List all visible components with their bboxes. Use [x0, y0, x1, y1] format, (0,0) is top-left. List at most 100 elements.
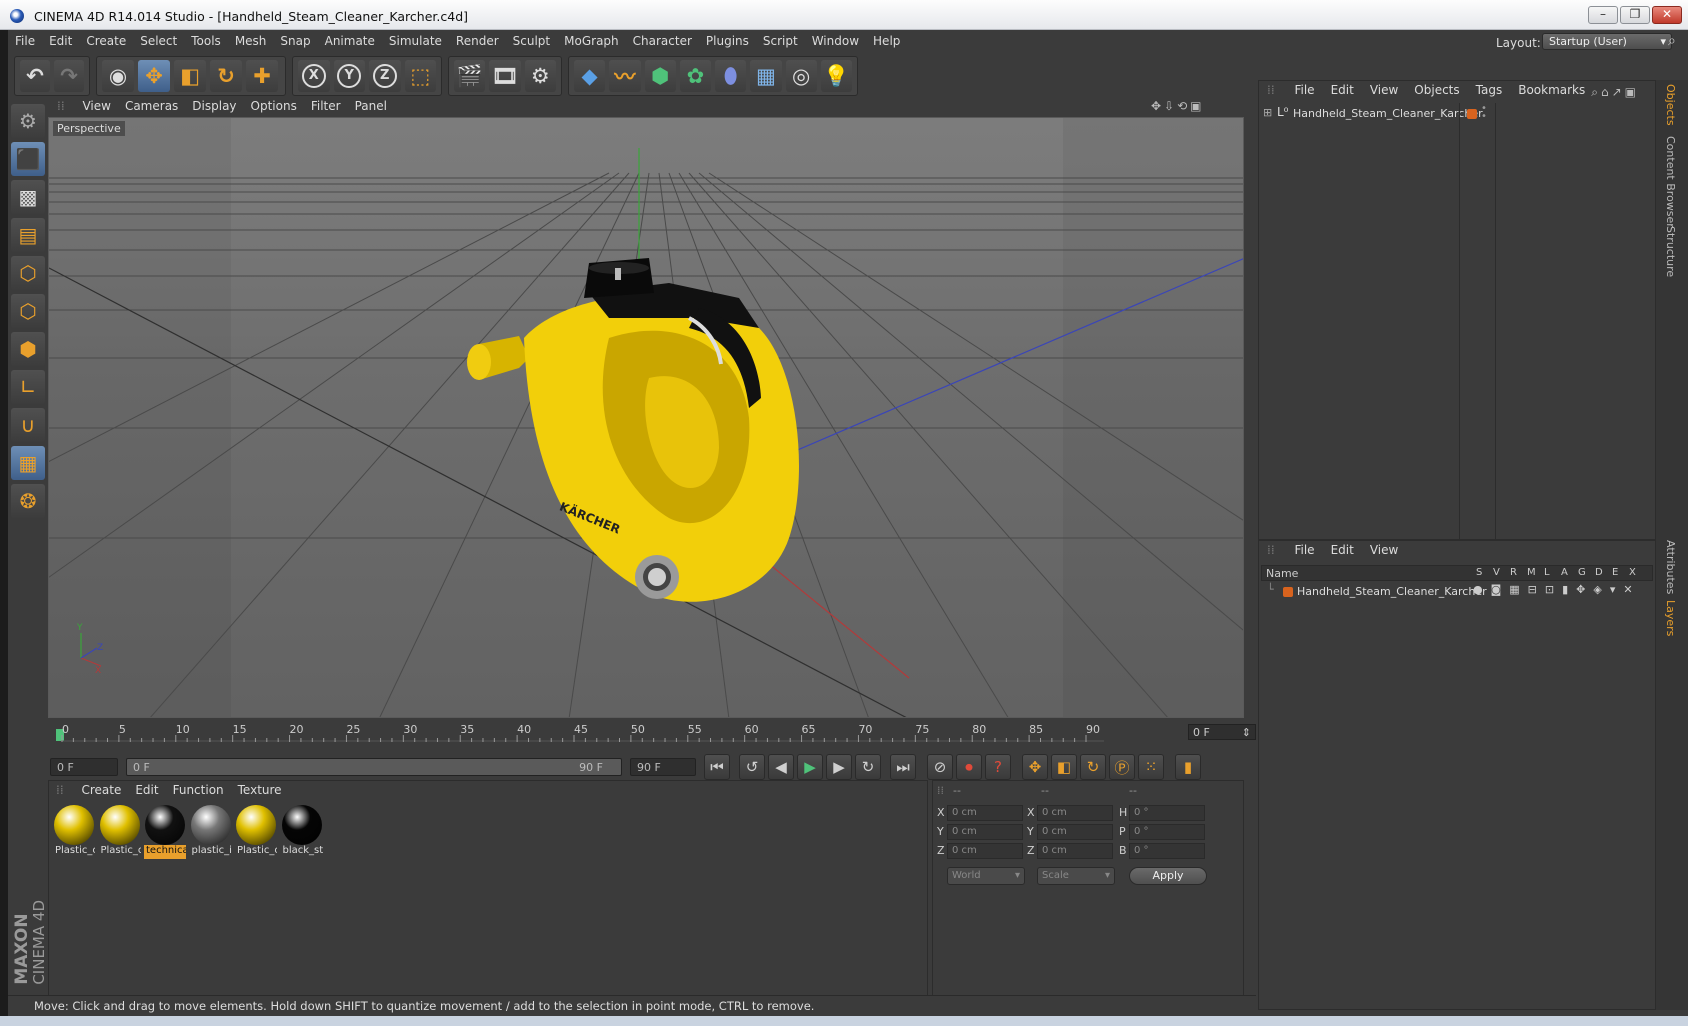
go-to-end-icon[interactable]: ⏭: [890, 754, 916, 780]
visibility-dots-icon[interactable]: • •: [1481, 104, 1487, 122]
previous-key-icon[interactable]: ↺: [739, 754, 765, 780]
tab-layers[interactable]: Layers: [1664, 600, 1677, 636]
render-settings-icon[interactable]: ⚙: [524, 60, 556, 92]
material-swatch[interactable]: black_st: [281, 803, 323, 859]
menu-mograph[interactable]: MoGraph: [557, 30, 626, 53]
z-axis-lock-icon[interactable]: Z: [369, 60, 401, 92]
tab-attributes[interactable]: Attributes: [1664, 540, 1677, 594]
object-menu-bookmarks[interactable]: Bookmarks: [1510, 81, 1593, 99]
key-position-icon[interactable]: ✥: [1022, 754, 1048, 780]
soft-selection-icon[interactable]: ❂: [11, 484, 45, 518]
spline-icon[interactable]: 〰: [609, 60, 641, 92]
camera-icon[interactable]: ◎: [785, 60, 817, 92]
object-menu-view[interactable]: View: [1362, 81, 1406, 99]
viewport-menu-cameras[interactable]: Cameras: [118, 97, 185, 115]
polygons-mode-icon[interactable]: ⬢: [11, 332, 45, 366]
rotate-tool-icon[interactable]: ↻: [210, 60, 242, 92]
material-menu-create[interactable]: Create: [74, 781, 128, 799]
keyframe-selection-icon[interactable]: ⊘: [927, 754, 953, 780]
material-swatch[interactable]: Plastic_c: [99, 803, 141, 859]
layer-column-header[interactable]: V: [1493, 567, 1500, 578]
perspective-viewport[interactable]: KÄRCHER Y X Z Perspective: [48, 117, 1244, 718]
texture-mode-icon[interactable]: ▩: [11, 180, 45, 214]
layer-toggle-icons[interactable]: ●◙▦⊟⊡▮✥◈▾✕: [1473, 583, 1641, 596]
create-tool-icon[interactable]: ✚: [246, 60, 278, 92]
live-selection-icon[interactable]: ◉: [102, 60, 134, 92]
rot-h-field[interactable]: 0 °: [1129, 805, 1205, 821]
timeline-ruler[interactable]: 0 5 10 15 20 25 30 35 40 45 50 55 60 65 70 75 80 85 90 0 F…: [48, 723, 1256, 753]
menu-animate[interactable]: Animate: [318, 30, 382, 53]
material-menu-function[interactable]: Function: [166, 781, 231, 799]
layer-column-header[interactable]: X: [1629, 567, 1636, 578]
key-scale-icon[interactable]: ◧: [1051, 754, 1077, 780]
nurbs-icon[interactable]: ⬢: [644, 60, 676, 92]
coordinate-system-icon[interactable]: ⬚: [404, 60, 436, 92]
key-parameter-icon[interactable]: Ⓟ: [1109, 754, 1135, 780]
model-mode-icon[interactable]: ⬛: [11, 142, 45, 176]
size-x-field[interactable]: 0 cm: [1037, 805, 1113, 821]
key-point-level-icon[interactable]: ⁙: [1138, 754, 1164, 780]
menu-simulate[interactable]: Simulate: [382, 30, 449, 53]
workplane-mode-icon[interactable]: ▤: [11, 218, 45, 252]
size-y-field[interactable]: 0 cm: [1037, 824, 1113, 840]
end-frame-field[interactable]: 90 F: [630, 758, 696, 776]
viewport-menu-options[interactable]: Options: [244, 97, 304, 115]
record-active-icon[interactable]: ⏺: [956, 754, 982, 780]
search-icon[interactable]: ⌕: [1668, 33, 1676, 49]
x-axis-lock-icon[interactable]: X: [298, 60, 330, 92]
floor-icon[interactable]: ▦: [750, 60, 782, 92]
viewport-menu-display[interactable]: Display: [185, 97, 243, 115]
apply-button[interactable]: Apply: [1129, 867, 1207, 885]
viewport-menu-panel[interactable]: Panel: [348, 97, 394, 115]
menu-create[interactable]: Create: [79, 30, 133, 53]
menu-edit[interactable]: Edit: [42, 30, 79, 53]
expand-icon[interactable]: ⊞: [1263, 106, 1272, 119]
menu-window[interactable]: Window: [805, 30, 866, 53]
material-menu-edit[interactable]: Edit: [128, 781, 165, 799]
maximize-button[interactable]: ❐: [1620, 6, 1650, 24]
object-menu-edit[interactable]: Edit: [1323, 81, 1362, 99]
layer-column-header[interactable]: D: [1595, 567, 1603, 578]
layer-menu-view[interactable]: View: [1362, 541, 1406, 559]
key-rotation-icon[interactable]: ↻: [1080, 754, 1106, 780]
layer-row[interactable]: └ Handheld_Steam_Cleaner_Karcher ●◙▦⊟⊡▮✥…: [1259, 583, 1655, 601]
layer-column-header[interactable]: A: [1561, 567, 1568, 578]
y-axis-lock-icon[interactable]: Y: [333, 60, 365, 92]
pos-y-field[interactable]: 0 cm: [947, 824, 1023, 840]
pos-x-field[interactable]: 0 cm: [947, 805, 1023, 821]
object-menu-objects[interactable]: Objects: [1406, 81, 1467, 99]
layout-dropdown[interactable]: Startup (User) ▾: [1542, 33, 1672, 50]
object-menu-tags[interactable]: Tags: [1468, 81, 1511, 99]
previous-frame-icon[interactable]: ◀: [768, 754, 794, 780]
current-frame-field[interactable]: 0 F ⇕: [1188, 724, 1256, 740]
go-to-start-icon[interactable]: ⏮: [704, 754, 730, 780]
material-swatch[interactable]: Plastic_c: [53, 803, 95, 859]
viewport-menu-view[interactable]: View: [75, 97, 117, 115]
object-row[interactable]: ⊞ L⁰ Handheld_Steam_Cleaner_Karcher • •: [1259, 104, 1655, 123]
next-key-icon[interactable]: ↻: [855, 754, 881, 780]
viewport-navigation-icons[interactable]: ✥⇩⟲▣: [1144, 97, 1212, 115]
snapping-magnet-icon[interactable]: ∪: [11, 408, 45, 442]
menu-sculpt[interactable]: Sculpt: [506, 30, 557, 53]
menu-select[interactable]: Select: [133, 30, 184, 53]
pos-z-field[interactable]: 0 cm: [947, 843, 1023, 859]
play-icon[interactable]: ▶: [797, 754, 823, 780]
make-editable-icon[interactable]: ⚙: [11, 104, 45, 138]
move-tool-icon[interactable]: ✥: [138, 60, 170, 92]
menu-plugins[interactable]: Plugins: [699, 30, 756, 53]
object-menu-file[interactable]: File: [1286, 81, 1322, 99]
layer-column-header[interactable]: G: [1578, 567, 1586, 578]
frame-range-slider[interactable]: 0 F 90 F: [126, 758, 622, 776]
object-manager-nav-icons[interactable]: ⌕⌂↗▣: [1583, 83, 1647, 102]
menu-snap[interactable]: Snap: [273, 30, 317, 53]
menu-help[interactable]: Help: [866, 30, 907, 53]
layer-color-icon[interactable]: [1283, 587, 1293, 597]
layer-menu-file[interactable]: File: [1286, 541, 1322, 559]
coordinate-space-dropdown[interactable]: World ▾: [947, 867, 1025, 885]
minimize-button[interactable]: –: [1588, 6, 1618, 24]
menu-mesh[interactable]: Mesh: [228, 30, 274, 53]
edges-mode-icon[interactable]: ⬡: [11, 294, 45, 328]
close-button[interactable]: ✕: [1652, 6, 1682, 24]
layer-column-header[interactable]: M: [1527, 567, 1536, 578]
layer-column-header[interactable]: R: [1510, 567, 1517, 578]
